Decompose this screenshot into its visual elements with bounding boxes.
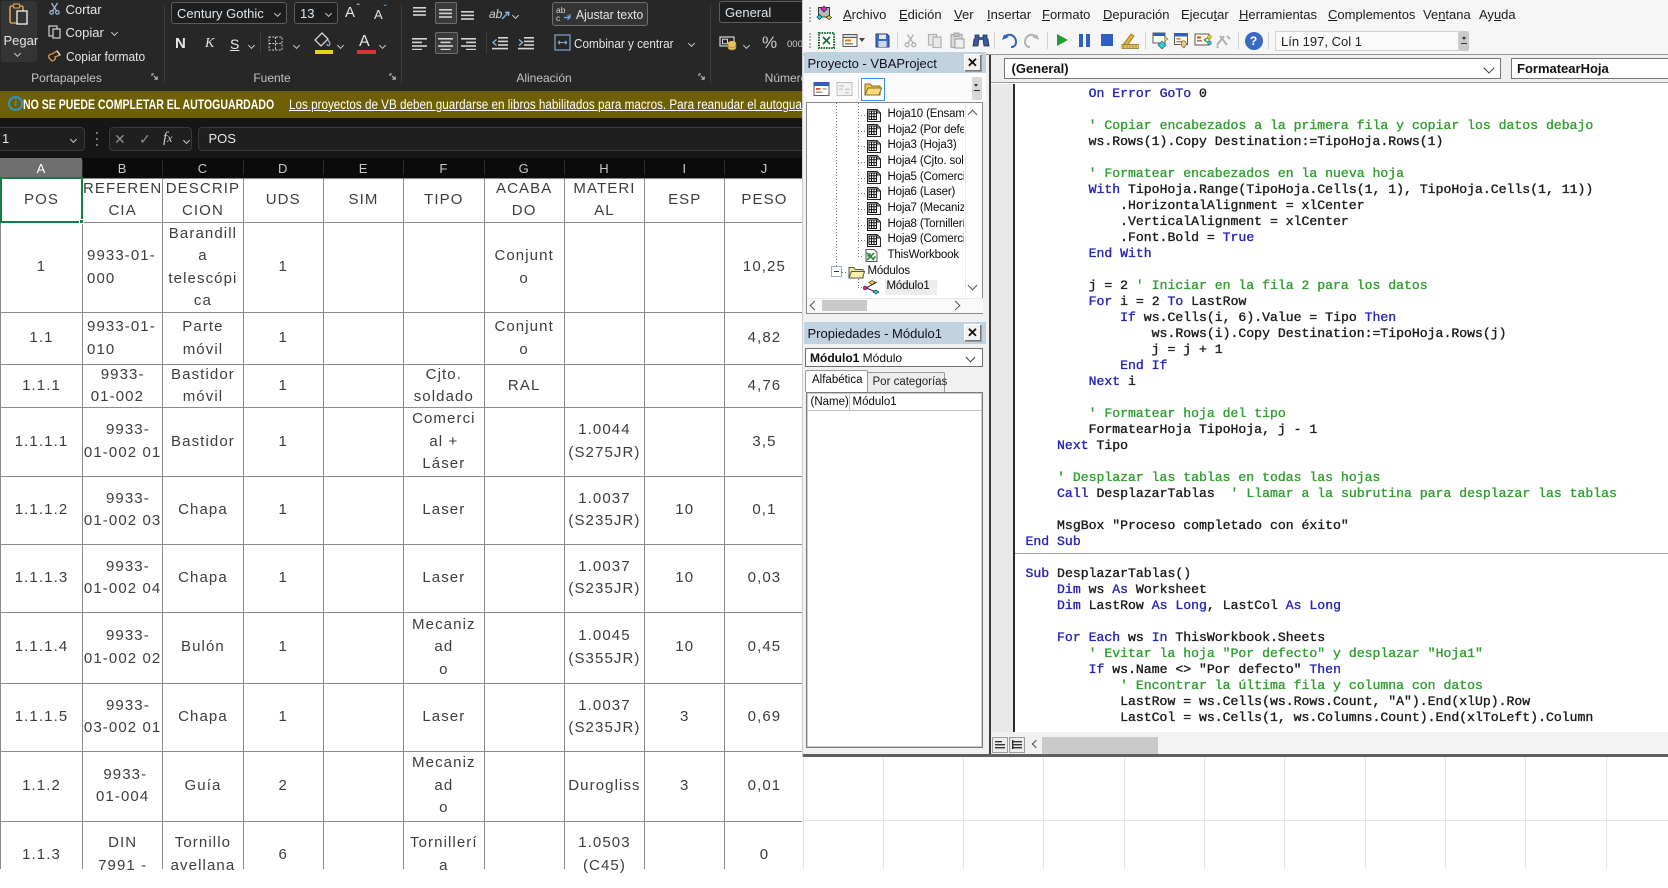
svg-text:ab: ab [489,7,503,21]
